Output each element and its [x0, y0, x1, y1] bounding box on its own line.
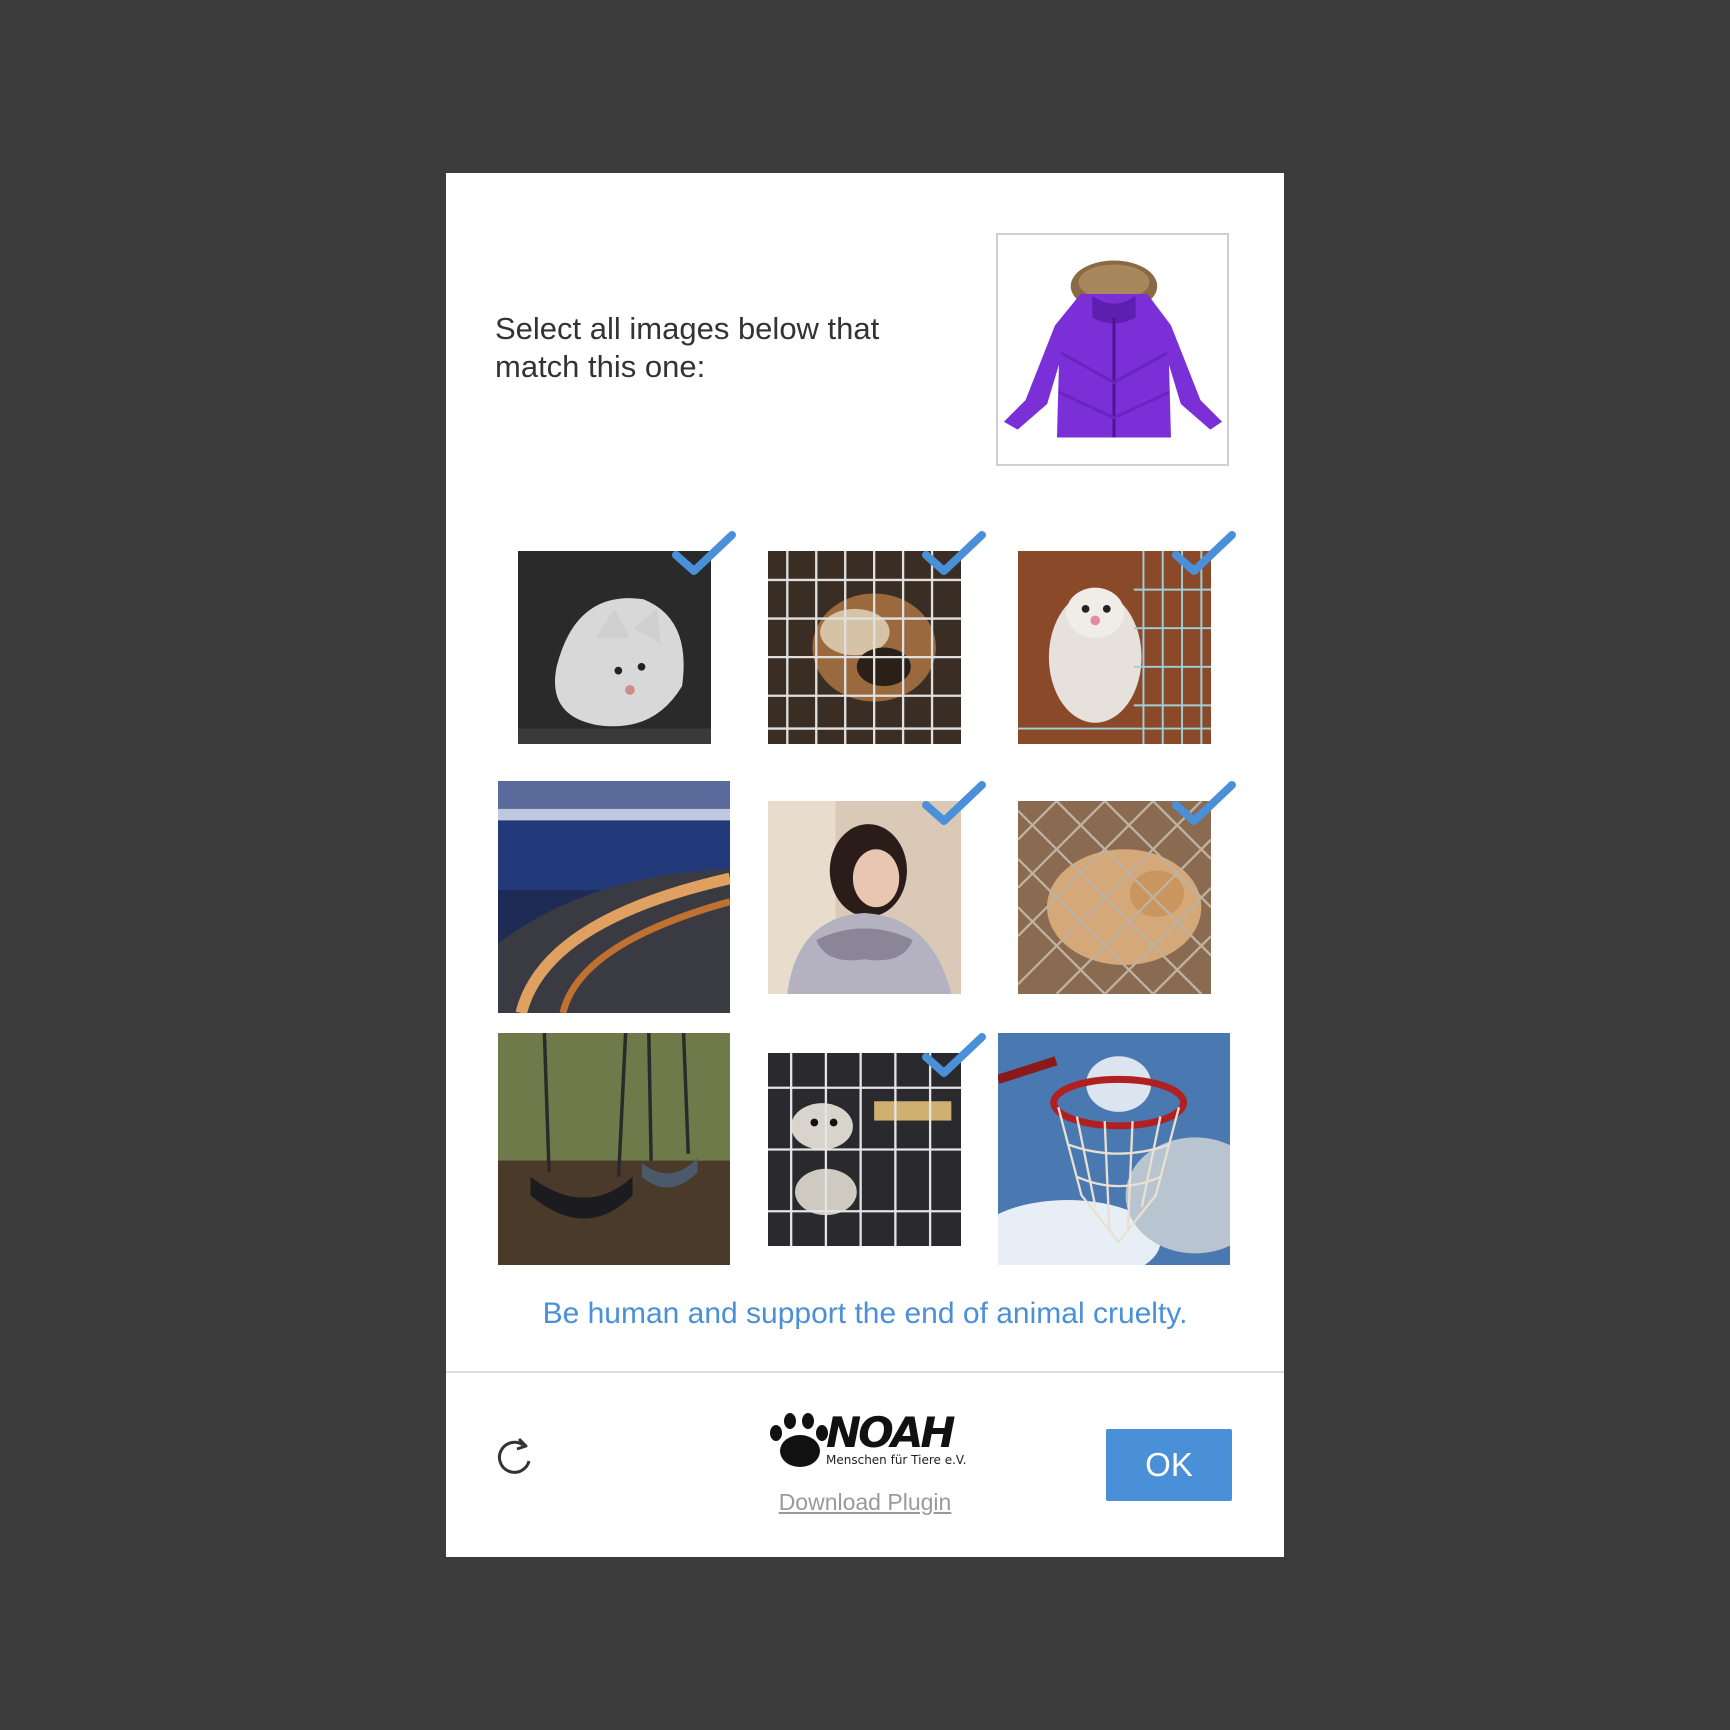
fox-photo [518, 551, 711, 744]
ok-button[interactable]: OK [1106, 1429, 1232, 1501]
caged-fox-photo [768, 551, 961, 744]
woman-fur-coat-photo [768, 801, 961, 994]
grid-tile-3[interactable] [1018, 551, 1211, 744]
noah-logo: NOAH Menschen für Tiere e.V. [766, 1409, 966, 1477]
brand-name: NOAH [826, 1408, 956, 1457]
grid-tile-4[interactable] [498, 781, 730, 1013]
captcha-prompt: Select all images below that match this … [495, 311, 880, 384]
basketball-hoop-photo [998, 1033, 1230, 1265]
grid-tile-7[interactable] [498, 1033, 730, 1265]
caged-mink-photo [1018, 551, 1211, 744]
grid-tile-2[interactable] [768, 551, 961, 744]
grid-tile-6[interactable] [1018, 801, 1211, 994]
grid-tile-9[interactable] [998, 1033, 1230, 1265]
grid-tile-5[interactable] [768, 801, 961, 994]
swings-photo [498, 1033, 730, 1265]
jacket-icon [998, 235, 1227, 464]
caged-minks-photo [768, 1053, 961, 1246]
reference-image [996, 233, 1229, 466]
refresh-icon[interactable] [493, 1435, 537, 1479]
highway-bridge-photo [498, 781, 730, 1013]
footer-divider [446, 1371, 1284, 1373]
caged-dog-photo [1018, 801, 1211, 994]
grid-tile-8[interactable] [768, 1053, 961, 1246]
grid-tile-1[interactable] [518, 551, 711, 744]
brand-subtitle: Menschen für Tiere e.V. [826, 1453, 967, 1467]
captcha-dialog: Select all images below that match this … [446, 173, 1284, 1557]
tagline: Be human and support the end of animal c… [542, 1297, 1188, 1330]
